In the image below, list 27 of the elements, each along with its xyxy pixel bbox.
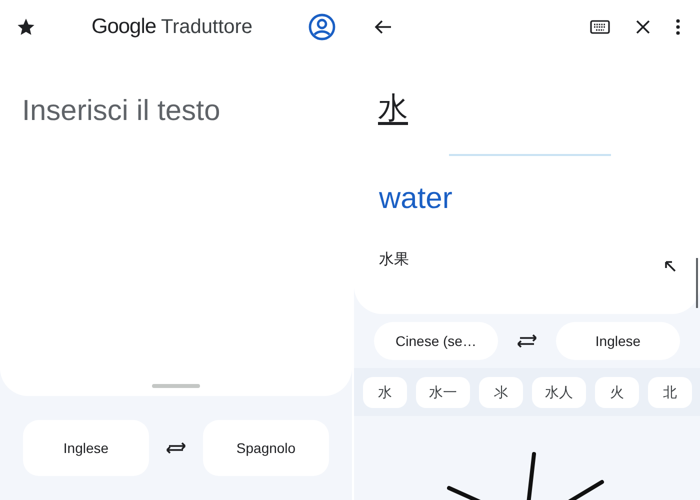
expand-arrow-icon[interactable] [664,260,676,272]
back-arrow-icon[interactable] [374,19,392,35]
target-language-button[interactable]: Spagnolo [203,420,329,476]
app-logo: Google [91,14,156,40]
close-icon[interactable] [636,20,650,34]
source-language-button[interactable]: Inglese [23,420,149,476]
swap-icon[interactable] [516,333,538,349]
source-language-button[interactable]: Cinese (se… [374,322,498,360]
text-input-field[interactable]: Inserisci il testo [22,90,322,134]
source-text: 水 [378,94,408,124]
swap-icon[interactable] [165,440,187,456]
candidate-chip[interactable]: 氺 [479,376,523,408]
star-icon[interactable] [16,17,36,37]
keyboard-icon[interactable] [590,20,610,34]
candidate-chip[interactable]: 火 [595,376,639,408]
translation-text: water [379,184,452,214]
candidate-chip[interactable]: 水一 [416,376,470,408]
suggestion-text[interactable]: 水果 [379,248,664,272]
candidate-chip[interactable]: 水 [363,376,407,408]
app-title: Traduttore [161,15,253,40]
more-icon[interactable] [676,19,680,35]
account-icon[interactable] [308,13,336,41]
drag-handle[interactable] [152,384,200,388]
scrollbar [696,258,698,308]
candidate-chip[interactable]: 水人 [532,376,586,408]
candidate-chip[interactable]: 北 [648,376,692,408]
target-language-button[interactable]: Inglese [556,322,680,360]
